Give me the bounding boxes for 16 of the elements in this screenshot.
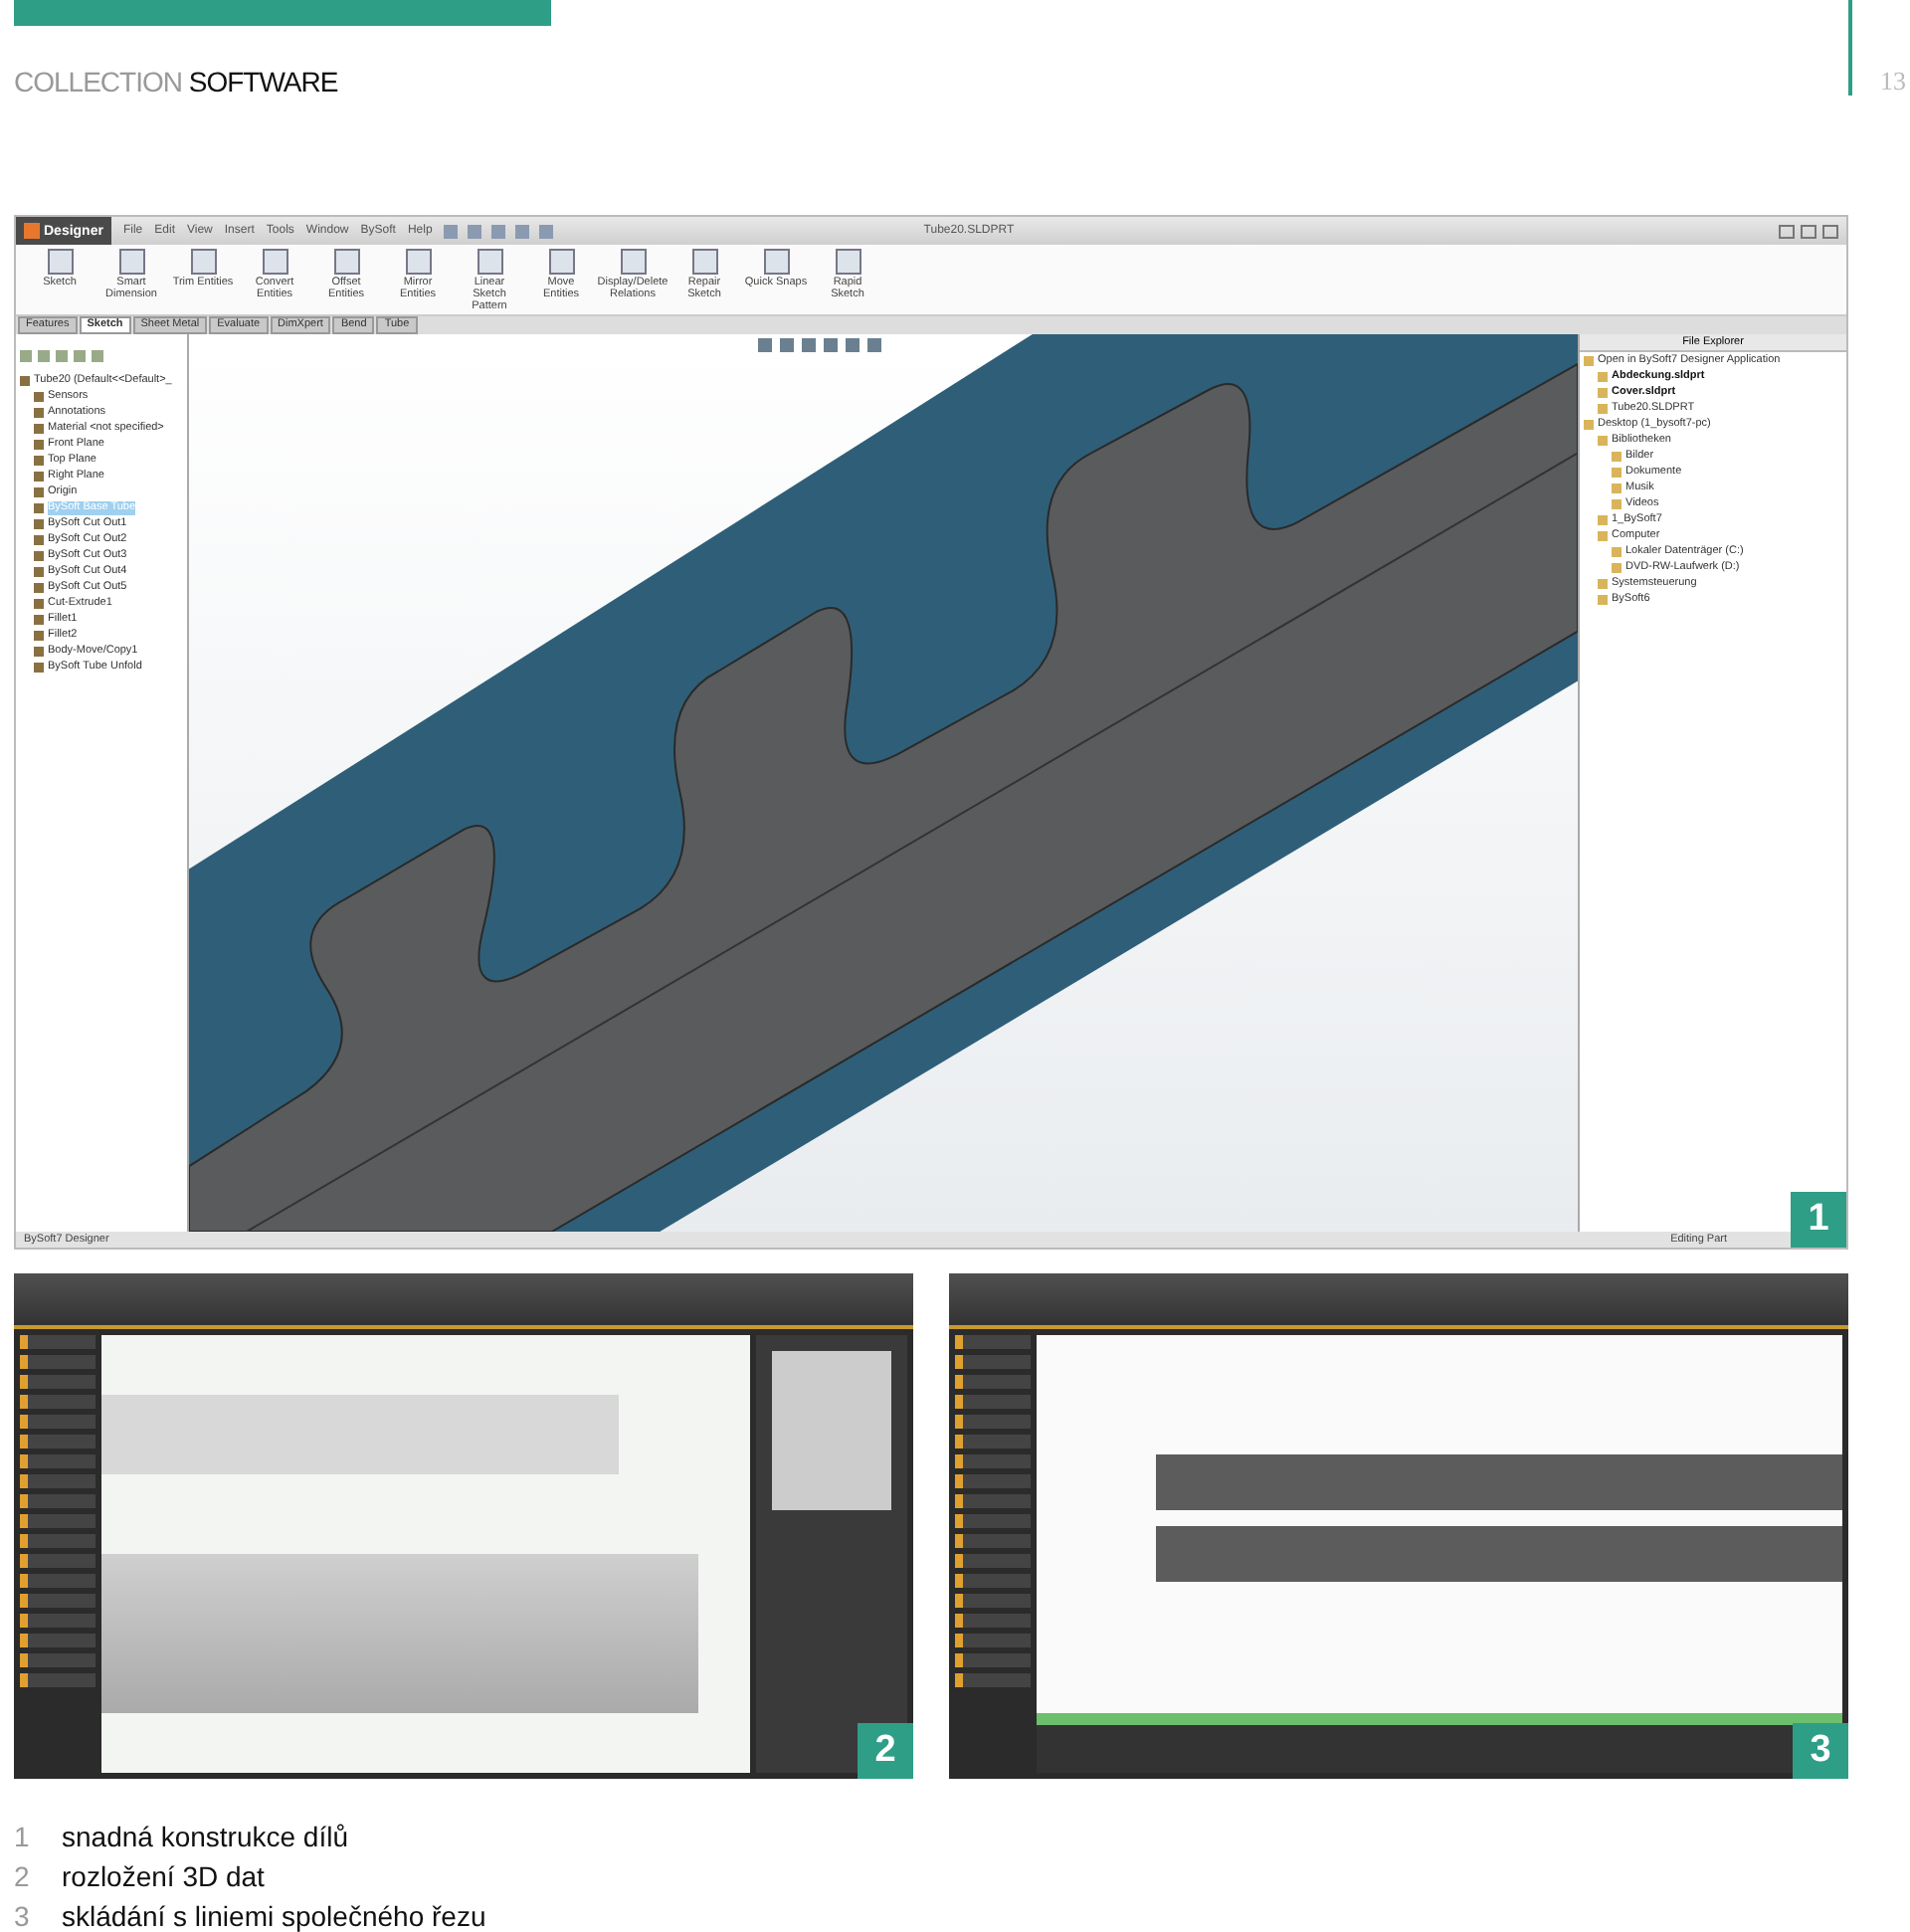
page-number: 13	[1880, 66, 1906, 97]
caption-text: snadná konstrukce dílů	[62, 1819, 348, 1856]
figure-number-badge: 3	[1793, 1723, 1848, 1779]
caption-number: 1	[14, 1819, 30, 1856]
figure-number-badge: 1	[1791, 1192, 1846, 1248]
quick-access-toolbar-drawing	[444, 224, 554, 238]
header-accent-line	[1848, 0, 1852, 96]
caption-text: skládání s liniemi společného řezu	[62, 1898, 486, 1932]
window-controls-drawing[interactable]	[1779, 224, 1838, 238]
panel-toolbar-drawing	[20, 350, 103, 362]
caption-number: 2	[14, 1858, 30, 1896]
view-toolbar-drawing[interactable]	[758, 338, 881, 352]
caption-text: rozložení 3D dat	[62, 1858, 265, 1896]
figure-number-badge: 2	[858, 1723, 913, 1779]
caption-number: 3	[14, 1898, 30, 1932]
section-title: COLLECTION SOFTWARE	[14, 66, 338, 97]
